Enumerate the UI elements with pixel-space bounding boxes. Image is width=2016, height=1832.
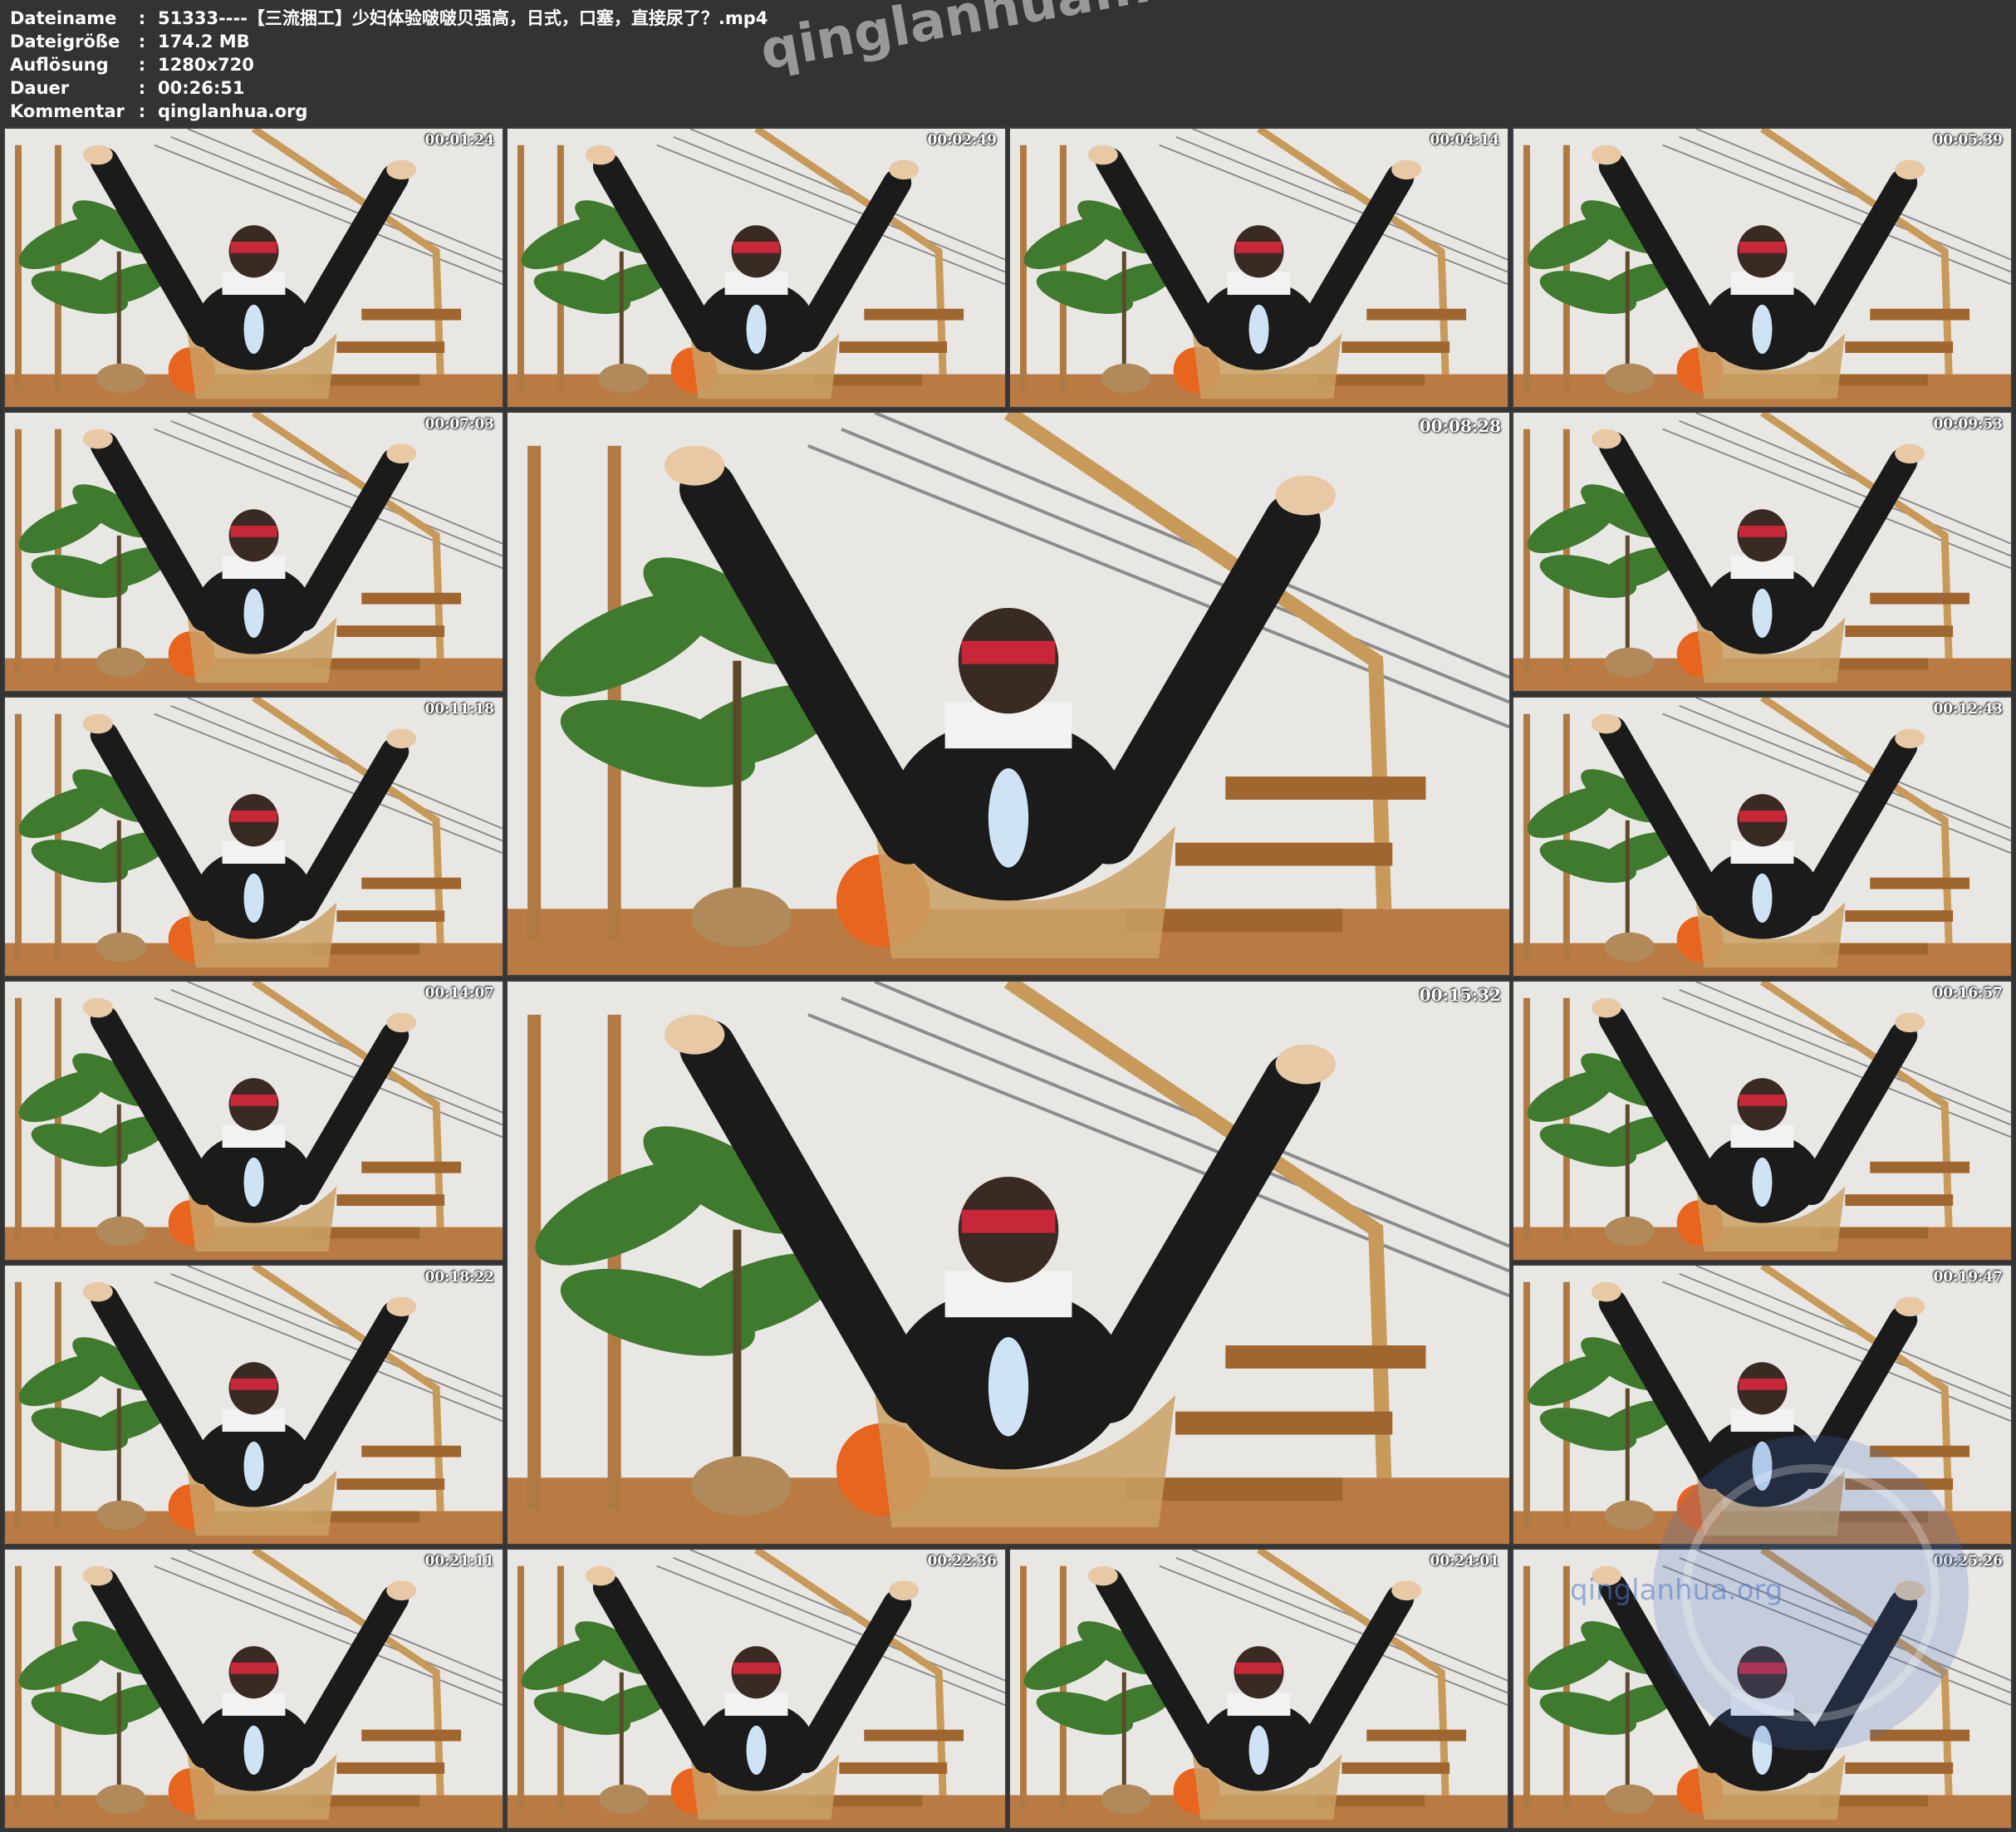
thumbnail-timestamp: 00:08:28 [1419,416,1501,436]
thumbnail-timestamp: 00:11:18 [424,701,494,718]
thumbnail-timestamp: 00:09:53 [1933,416,2003,433]
video-thumbnail: 00:04:14 [1008,127,1509,409]
separator: : [138,78,146,98]
thumbnail-timestamp: 00:18:22 [424,1269,494,1286]
thumbnail-timestamp: 00:19:47 [1933,1269,2003,1286]
video-thumbnail: 00:19:47 [1512,1264,2013,1545]
video-thumbnail: 00:02:49 [506,127,1007,409]
thumbnail-scene-image [1010,1550,1508,1828]
filename-row: Dateiname:51333----【三流捆工】少妇体验啵啵贝强高，日式，口塞… [10,7,768,30]
resolution-value: 1280x720 [158,55,254,75]
thumbnail-scene-image [5,413,503,691]
thumbnail-timestamp: 00:04:14 [1430,132,1499,149]
thumbnail-scene-image [1010,129,1508,407]
thumbnail-scene-image [508,413,1509,975]
video-thumbnail: 00:18:22 [3,1264,504,1545]
thumbnail-timestamp: 00:02:49 [927,132,997,149]
thumbnail-timestamp: 00:12:43 [1933,701,2003,718]
filesize-row: Dateigröße:174.2 MB [10,30,250,53]
thumbnail-scene-image [1513,982,2011,1260]
thumbnail-scene-image [1513,129,2011,407]
file-info-header: Dateiname:51333----【三流捆工】少妇体验啵啵贝强高，日式，口塞… [0,0,2016,125]
video-thumbnail: 00:21:11 [3,1548,504,1830]
thumbnail-scene-image [508,982,1509,1544]
corner-watermark-text: qinglanhua.org [1570,1574,1783,1607]
thumbnail-scene-image [508,1550,1005,1828]
duration-row: Dauer:00:26:51 [10,76,244,100]
thumbnail-scene-image [5,982,503,1260]
duration-label: Dauer [10,78,70,98]
video-thumbnail: 00:24:01 [1008,1548,1509,1830]
resolution-row: Auflösung:1280x720 [10,53,254,76]
thumbnail-timestamp: 00:07:03 [424,416,494,433]
thumbnail-timestamp: 00:25:26 [1933,1553,2003,1570]
resolution-label: Auflösung [10,55,109,75]
comment-label: Kommentar [10,101,125,121]
thumbnail-scene-image [1513,1266,2011,1544]
thumbnail-scene-image [508,129,1005,407]
separator: : [138,32,146,51]
comment-row: Kommentar: qinglanhua.org [10,100,307,123]
video-thumbnail: 00:08:28 [506,411,1511,977]
thumbnail-timestamp: 00:15:32 [1419,985,1501,1005]
thumbnail-scene-image [5,129,503,407]
filename-label: Dateiname [10,8,117,28]
thumbnail-timestamp: 00:14:07 [424,985,494,1002]
video-thumbnail: 00:01:24 [3,127,504,409]
separator: : [138,8,146,28]
video-thumbnail: 00:09:53 [1512,411,2013,693]
site-watermark: qinglanhua.net [756,0,1215,82]
video-thumbnail: 00:16:57 [1512,980,2013,1261]
thumbnail-timestamp: 00:05:39 [1933,132,2003,149]
thumbnail-scene-image [5,1550,503,1828]
thumbnail-timestamp: 00:16:57 [1933,985,2003,1002]
thumbnail-timestamp: 00:01:24 [424,132,494,149]
thumbnail-timestamp: 00:24:01 [1430,1553,1499,1570]
thumbnail-timestamp: 00:22:36 [927,1553,997,1570]
separator: : [138,55,146,75]
video-thumbnail: 00:12:43 [1512,696,2013,977]
thumbnail-scene-image [5,1266,503,1544]
video-thumbnail: 00:15:32 [506,980,1511,1545]
thumbnail-scene-image [1513,698,2011,976]
video-thumbnail: 00:22:36 [506,1548,1007,1830]
thumbnail-timestamp: 00:21:11 [424,1553,494,1570]
video-thumbnail: 00:14:07 [3,980,504,1261]
thumbnail-scene-image [5,698,503,976]
filename-value: 51333----【三流捆工】少妇体验啵啵贝强高，日式，口塞，直接尿了？.mp4 [158,8,768,28]
filesize-value: 174.2 MB [158,32,250,51]
video-thumbnail: 00:07:03 [3,411,504,693]
duration-value: 00:26:51 [158,78,245,98]
thumbnail-scene-image [1513,413,2011,691]
video-thumbnail: 00:11:18 [3,696,504,977]
video-thumbnail: 00:05:39 [1512,127,2013,409]
filesize-label: Dateigröße [10,32,120,51]
comment-value: qinglanhua.org [158,101,308,121]
separator: : [138,101,146,121]
